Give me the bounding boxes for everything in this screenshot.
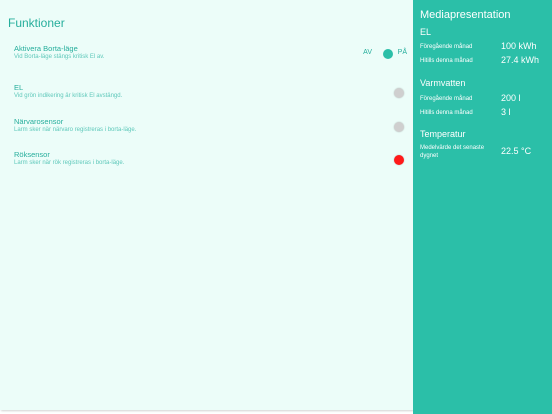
water-curr-value: 3 l [501, 107, 511, 117]
away-mode-description: Vid Borta-läge stängs kritisk El av. [14, 54, 105, 60]
temp-section-title: Temperatur [420, 129, 466, 139]
water-section-title: Varmvatten [420, 78, 466, 88]
status-indicator-smoke [394, 155, 404, 165]
toggle-on-label[interactable]: PÅ [398, 49, 407, 56]
function-row-el: EL Vid grön indikering är kritisk El avs… [0, 83, 413, 113]
water-curr-label: Hitills denna månad [420, 110, 473, 116]
away-mode-toggle[interactable]: AV PÅ [347, 49, 407, 61]
el-curr-value: 27.4 kWh [501, 55, 540, 65]
away-mode-title: Aktivera Borta-läge [14, 44, 78, 53]
water-prev-label: Föregående månad [420, 96, 473, 102]
media-panel: Mediapresentation EL Föregående månad 10… [413, 0, 552, 414]
function-row-smoke-sensor: Röksensor Larm sker när rök registreras … [0, 150, 413, 180]
temp-avg-value: 22.5 °C [501, 146, 532, 156]
temp-avg-label: Medelvärde det senaste dygnet [420, 145, 485, 159]
toggle-off-label[interactable]: AV [363, 49, 372, 56]
media-title: Mediapresentation [420, 9, 511, 21]
function-title: Närvarosensor [14, 117, 64, 126]
el-curr-label: Hitills denna månad [420, 58, 473, 64]
status-indicator-presence [394, 122, 404, 132]
function-description: Larm sker när närvaro registreras i bort… [14, 127, 137, 133]
functions-panel: Funktioner Aktivera Borta-läge Vid Borta… [0, 0, 413, 410]
el-prev-value: 100 kWh [501, 41, 537, 51]
status-indicator-el [394, 88, 404, 98]
el-prev-label: Föregående månad [420, 44, 473, 50]
function-description: Vid grön indikering är kritisk El avstän… [14, 93, 123, 99]
away-mode-row: Aktivera Borta-läge Vid Borta-läge stäng… [0, 44, 413, 74]
water-prev-value: 200 l [501, 93, 521, 103]
function-title: Röksensor [14, 150, 50, 159]
function-description: Larm sker när rök registreras i borta-lä… [14, 160, 125, 166]
function-title: EL [14, 83, 24, 92]
functions-title: Funktioner [8, 16, 65, 30]
el-section-title: EL [420, 27, 432, 37]
toggle-knob[interactable] [383, 49, 393, 59]
function-row-presence-sensor: Närvarosensor Larm sker när närvaro regi… [0, 117, 413, 147]
